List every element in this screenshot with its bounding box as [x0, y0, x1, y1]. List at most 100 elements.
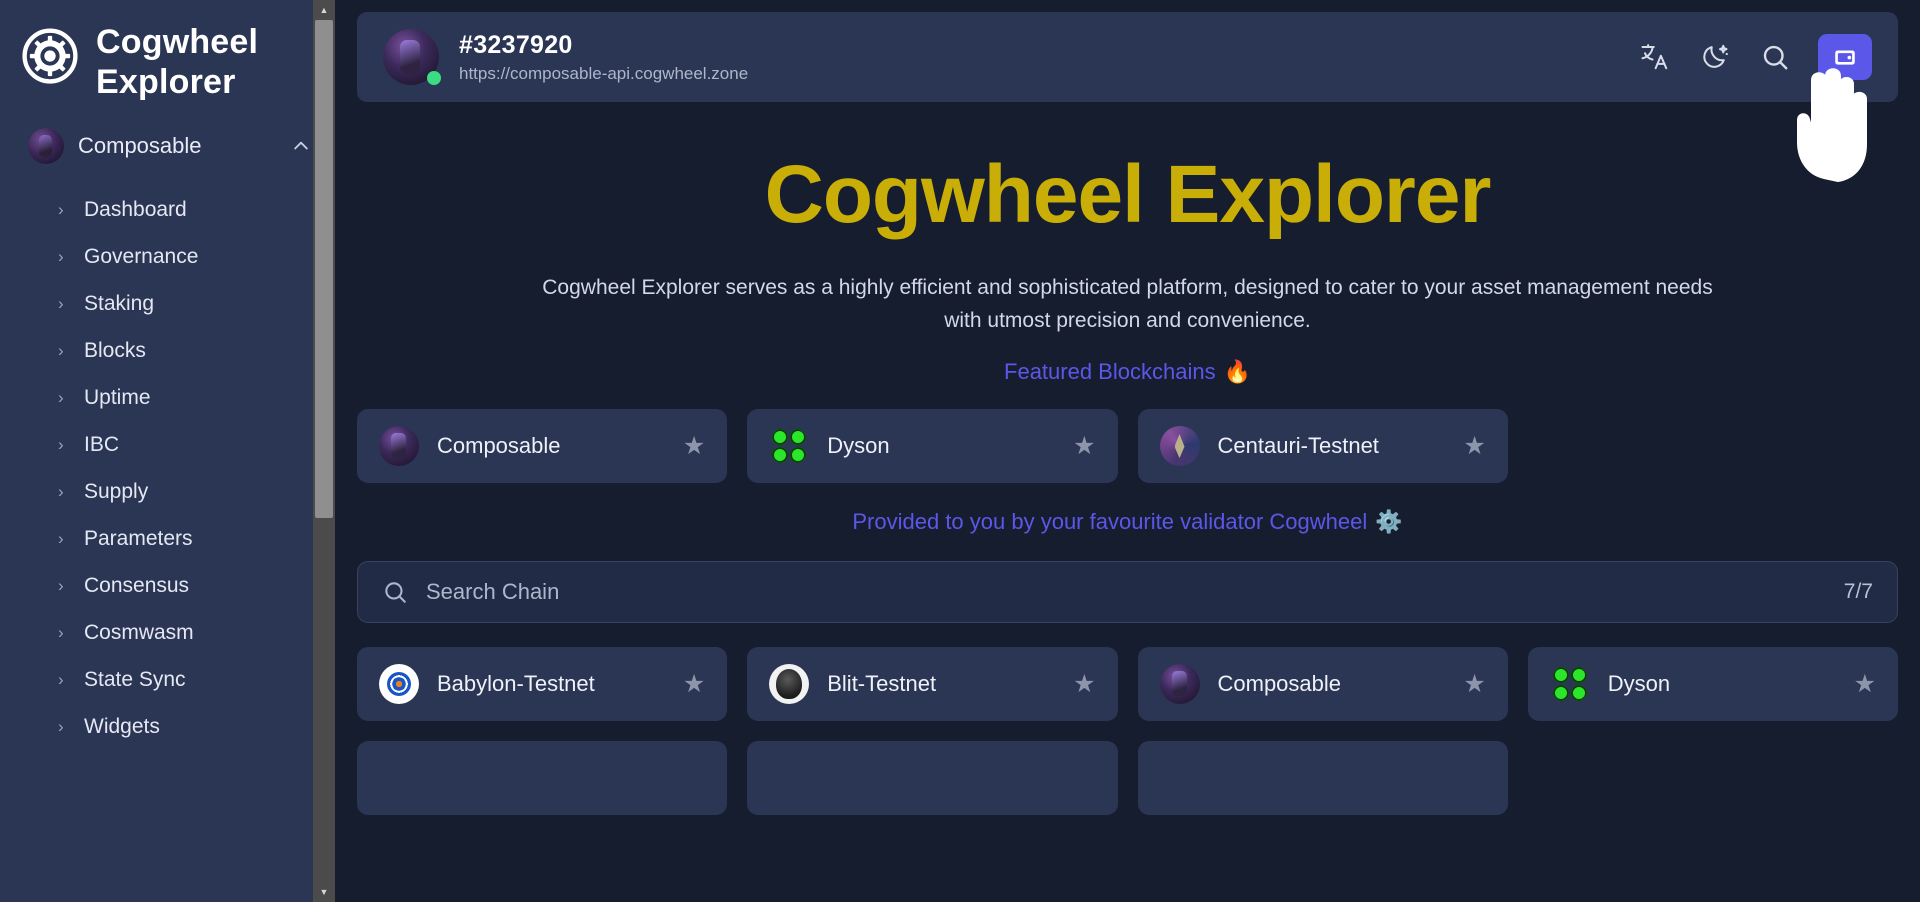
provider-note[interactable]: Provided to you by your favourite valida…: [852, 509, 1402, 535]
sidebar-item-widgets[interactable]: › Widgets: [0, 703, 335, 750]
sidebar-item-staking[interactable]: › Staking: [0, 280, 335, 327]
chain-card-label: Babylon-Testnet: [437, 671, 595, 697]
chevron-up-icon[interactable]: [291, 136, 311, 156]
fire-icon: 🔥: [1223, 359, 1251, 385]
featured-blockchains-link[interactable]: Featured Blockchains 🔥: [1004, 359, 1251, 385]
chain-card-label: Composable: [437, 433, 561, 459]
sidebar-item-ibc[interactable]: › IBC: [0, 421, 335, 468]
gear-icon: ⚙️: [1375, 509, 1403, 535]
search-icon[interactable]: [1758, 40, 1792, 74]
chain-card-partial[interactable]: [1137, 741, 1508, 816]
sidebar-item-supply[interactable]: › Supply: [0, 468, 335, 515]
sidebar-item-label: Uptime: [84, 385, 151, 409]
node-endpoint-url: https://composable-api.cogwheel.zone: [459, 63, 749, 83]
featured-chains-grid: Composable ★ Dyson ★ Centauri-Testnet ★: [357, 409, 1898, 484]
brand-title: Cogwheel Explorer: [96, 23, 259, 102]
sidebar-nav: › Dashboard › Governance › Staking › Blo…: [0, 164, 335, 750]
sidebar: Cogwheel Explorer Composable › Dashboard…: [0, 0, 335, 902]
featured-chain-card-composable[interactable]: Composable ★: [357, 409, 728, 484]
sidebar-item-cosmwasm[interactable]: › Cosmwasm: [0, 609, 335, 656]
star-icon[interactable]: ★: [1073, 433, 1095, 459]
sidebar-item-label: Blocks: [84, 338, 146, 362]
sidebar-item-uptime[interactable]: › Uptime: [0, 374, 335, 421]
chain-card-dyson[interactable]: Dyson ★: [1527, 647, 1898, 722]
sidebar-item-state-sync[interactable]: › State Sync: [0, 656, 335, 703]
chain-card-label: Centauri-Testnet: [1217, 433, 1379, 459]
chain-card-blit-testnet[interactable]: Blit-Testnet ★: [747, 647, 1118, 722]
composable-avatar: [28, 128, 64, 165]
composable-logo: [1159, 664, 1200, 705]
chain-card-composable[interactable]: Composable ★: [1137, 647, 1508, 722]
chain-card-partial[interactable]: [747, 741, 1118, 816]
topbar: #3237920 https://composable-api.cogwheel…: [357, 12, 1898, 102]
search-icon: [382, 579, 408, 605]
featured-chain-card-centauri-testnet[interactable]: Centauri-Testnet ★: [1137, 409, 1508, 484]
star-icon[interactable]: ★: [683, 671, 705, 697]
chain-card-partial[interactable]: [357, 741, 728, 816]
wallet-button[interactable]: [1818, 34, 1872, 80]
chevron-right-icon: ›: [58, 341, 64, 361]
node-avatar: [383, 29, 441, 85]
provider-note-text: Provided to you by your favourite valida…: [852, 509, 1368, 535]
chain-card-babylon-testnet[interactable]: Babylon-Testnet ★: [357, 647, 728, 722]
sidebar-item-consensus[interactable]: › Consensus: [0, 562, 335, 609]
dyson-logo: [769, 426, 809, 466]
hero-section: Cogwheel Explorer Cogwheel Explorer serv…: [357, 102, 1898, 385]
chain-card-label: Composable: [1217, 671, 1342, 697]
status-indicator-online: [427, 71, 441, 85]
scrollbar-down-arrow[interactable]: ▼: [313, 882, 335, 902]
sidebar-item-parameters[interactable]: › Parameters: [0, 515, 335, 562]
sidebar-item-label: Cosmwasm: [84, 620, 194, 644]
sidebar-scrollbar[interactable]: ▲ ▼: [313, 0, 335, 902]
star-icon[interactable]: ★: [1073, 671, 1095, 697]
scrollbar-thumb[interactable]: [315, 20, 333, 518]
hero-description: Cogwheel Explorer serves as a highly eff…: [542, 276, 1713, 332]
chains-grid-partial-row: [357, 741, 1898, 816]
star-icon[interactable]: ★: [683, 433, 705, 459]
moon-icon[interactable]: [1698, 40, 1732, 74]
centauri-logo: [1159, 426, 1200, 467]
chain-card-label: Dyson: [827, 433, 890, 459]
sidebar-item-label: Parameters: [84, 526, 193, 550]
star-icon[interactable]: ★: [1854, 671, 1876, 697]
star-icon[interactable]: ★: [1463, 433, 1485, 459]
sidebar-chain-label: Composable: [78, 133, 202, 159]
chevron-right-icon: ›: [58, 388, 64, 408]
featured-blockchains-label: Featured Blockchains: [1004, 359, 1216, 385]
sidebar-item-blocks[interactable]: › Blocks: [0, 327, 335, 374]
search-input[interactable]: [426, 579, 1826, 606]
sidebar-chain-selector[interactable]: Composable: [0, 102, 335, 165]
star-icon[interactable]: ★: [1463, 671, 1485, 697]
main-content: #3237920 https://composable-api.cogwheel…: [335, 0, 1920, 902]
brand[interactable]: Cogwheel Explorer: [0, 0, 335, 102]
chevron-right-icon: ›: [58, 623, 64, 643]
chain-card-label: Dyson: [1607, 671, 1671, 697]
sidebar-item-label: Widgets: [84, 714, 160, 738]
chevron-right-icon: ›: [58, 435, 64, 455]
topbar-actions: [1638, 34, 1872, 80]
sidebar-item-governance[interactable]: › Governance: [0, 233, 335, 280]
composable-logo: [379, 426, 419, 467]
chevron-right-icon: ›: [58, 482, 64, 502]
sidebar-item-label: IBC: [84, 432, 120, 456]
sidebar-item-label: Supply: [84, 479, 149, 503]
scrollbar-up-arrow[interactable]: ▲: [313, 0, 335, 20]
chevron-right-icon: ›: [58, 247, 64, 267]
featured-chain-card-dyson[interactable]: Dyson ★: [747, 409, 1118, 484]
sidebar-item-dashboard[interactable]: › Dashboard: [0, 186, 335, 233]
translate-icon[interactable]: [1638, 40, 1672, 74]
search-chain-bar[interactable]: 7/7: [357, 561, 1898, 624]
chevron-right-icon: ›: [58, 576, 64, 596]
chevron-right-icon: ›: [58, 200, 64, 220]
page-title: Cogwheel Explorer: [764, 149, 1492, 240]
blit-logo: [769, 664, 810, 705]
chevron-right-icon: ›: [58, 670, 64, 690]
chevron-right-icon: ›: [58, 717, 64, 737]
chains-grid: Babylon-Testnet ★ Blit-Testnet ★ Composa…: [357, 647, 1898, 722]
sidebar-item-label: Consensus: [84, 573, 190, 597]
search-result-count: 7/7: [1843, 580, 1873, 604]
node-info: #3237920 https://composable-api.cogwheel…: [459, 31, 748, 84]
babylon-logo: [379, 664, 419, 705]
sidebar-item-label: Staking: [84, 291, 155, 315]
chevron-right-icon: ›: [58, 529, 64, 549]
